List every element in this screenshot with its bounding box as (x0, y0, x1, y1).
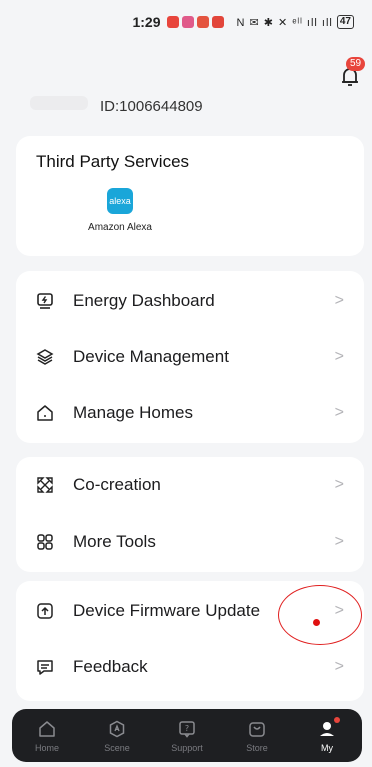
status-time: 1:29 (132, 14, 161, 30)
bottom-tab-bar: Home Scene ? Support Store My (12, 709, 362, 762)
app-notification-icon (196, 16, 209, 28)
system-indicators: N ✉ ✱ ✕ ᵉˡˡ ıll ıll (236, 16, 333, 29)
chevron-right-icon: > (334, 404, 344, 421)
notification-dot (334, 716, 340, 723)
status-bar: 1:29 N ✉ ✱ ✕ ᵉˡˡ ıll ıll 47 (0, 0, 372, 44)
alexa-logo: alexa (107, 188, 133, 214)
section-title: Third Party Services (36, 152, 190, 171)
tab-scene[interactable]: Scene (88, 719, 146, 753)
tab-label: My (321, 742, 333, 753)
scene-tab-icon (107, 719, 127, 739)
chevron-right-icon: > (334, 533, 344, 550)
menu-item-label: Device Management (73, 347, 229, 366)
tab-label: Support (171, 742, 203, 753)
menu-item-label: Energy Dashboard (73, 291, 215, 310)
message-icon (35, 657, 55, 677)
menu-item-device-management[interactable]: Device Management > (16, 329, 364, 385)
app-notification-icon (211, 16, 224, 28)
menu-item-more-tools[interactable]: More Tools > (16, 514, 364, 570)
chevron-right-icon: > (334, 292, 344, 309)
tools-menu-card: Co-creation > More Tools > (16, 457, 364, 572)
tab-my[interactable]: My (298, 716, 356, 753)
chevron-right-icon: > (334, 658, 344, 675)
grid-icon (35, 532, 55, 552)
third-party-services-card: Third Party Services alexa Amazon Alexa (16, 136, 364, 256)
home-tab-icon (37, 719, 57, 739)
main-menu-card: Energy Dashboard > Device Management > M… (16, 271, 364, 443)
menu-item-label: Feedback (73, 657, 148, 676)
profile-tab-icon (317, 716, 340, 739)
notification-badge: 59 (346, 57, 366, 71)
upload-icon (35, 601, 55, 621)
home-icon (35, 403, 55, 423)
user-id: ID:1006644809 (100, 98, 203, 115)
username[interactable] (30, 96, 88, 110)
tab-store[interactable]: Store (228, 719, 286, 753)
menu-item-energy-dashboard[interactable]: Energy Dashboard > (16, 273, 364, 329)
menu-item-label: Manage Homes (73, 403, 194, 422)
chevron-right-icon: > (334, 476, 344, 493)
co-creation-icon (35, 475, 55, 495)
menu-item-feedback[interactable]: Feedback > (16, 639, 364, 695)
tab-home[interactable]: Home (18, 719, 76, 753)
menu-item-co-creation[interactable]: Co-creation > (16, 457, 364, 513)
menu-item-label: More Tools (73, 532, 156, 551)
tap-highlight-circle (278, 585, 362, 645)
layers-icon (35, 347, 55, 367)
svg-text:?: ? (185, 724, 189, 733)
energy-icon (35, 291, 55, 311)
battery-indicator: 47 (336, 15, 354, 29)
menu-item-label: Co-creation (73, 475, 161, 494)
support-tab-icon: ? (177, 719, 197, 739)
tap-point-marker (313, 619, 320, 626)
service-label: Amazon Alexa (88, 222, 152, 233)
tab-support[interactable]: ? Support (158, 719, 216, 753)
tab-label: Scene (104, 742, 130, 753)
app-notification-icon (166, 16, 179, 28)
service-amazon-alexa[interactable]: alexa Amazon Alexa (78, 188, 162, 233)
chevron-right-icon: > (334, 348, 344, 365)
tab-label: Store (246, 742, 268, 753)
store-tab-icon (247, 719, 267, 739)
app-notification-icon (181, 16, 194, 28)
tab-label: Home (34, 742, 59, 753)
menu-item-manage-homes[interactable]: Manage Homes > (16, 385, 364, 441)
